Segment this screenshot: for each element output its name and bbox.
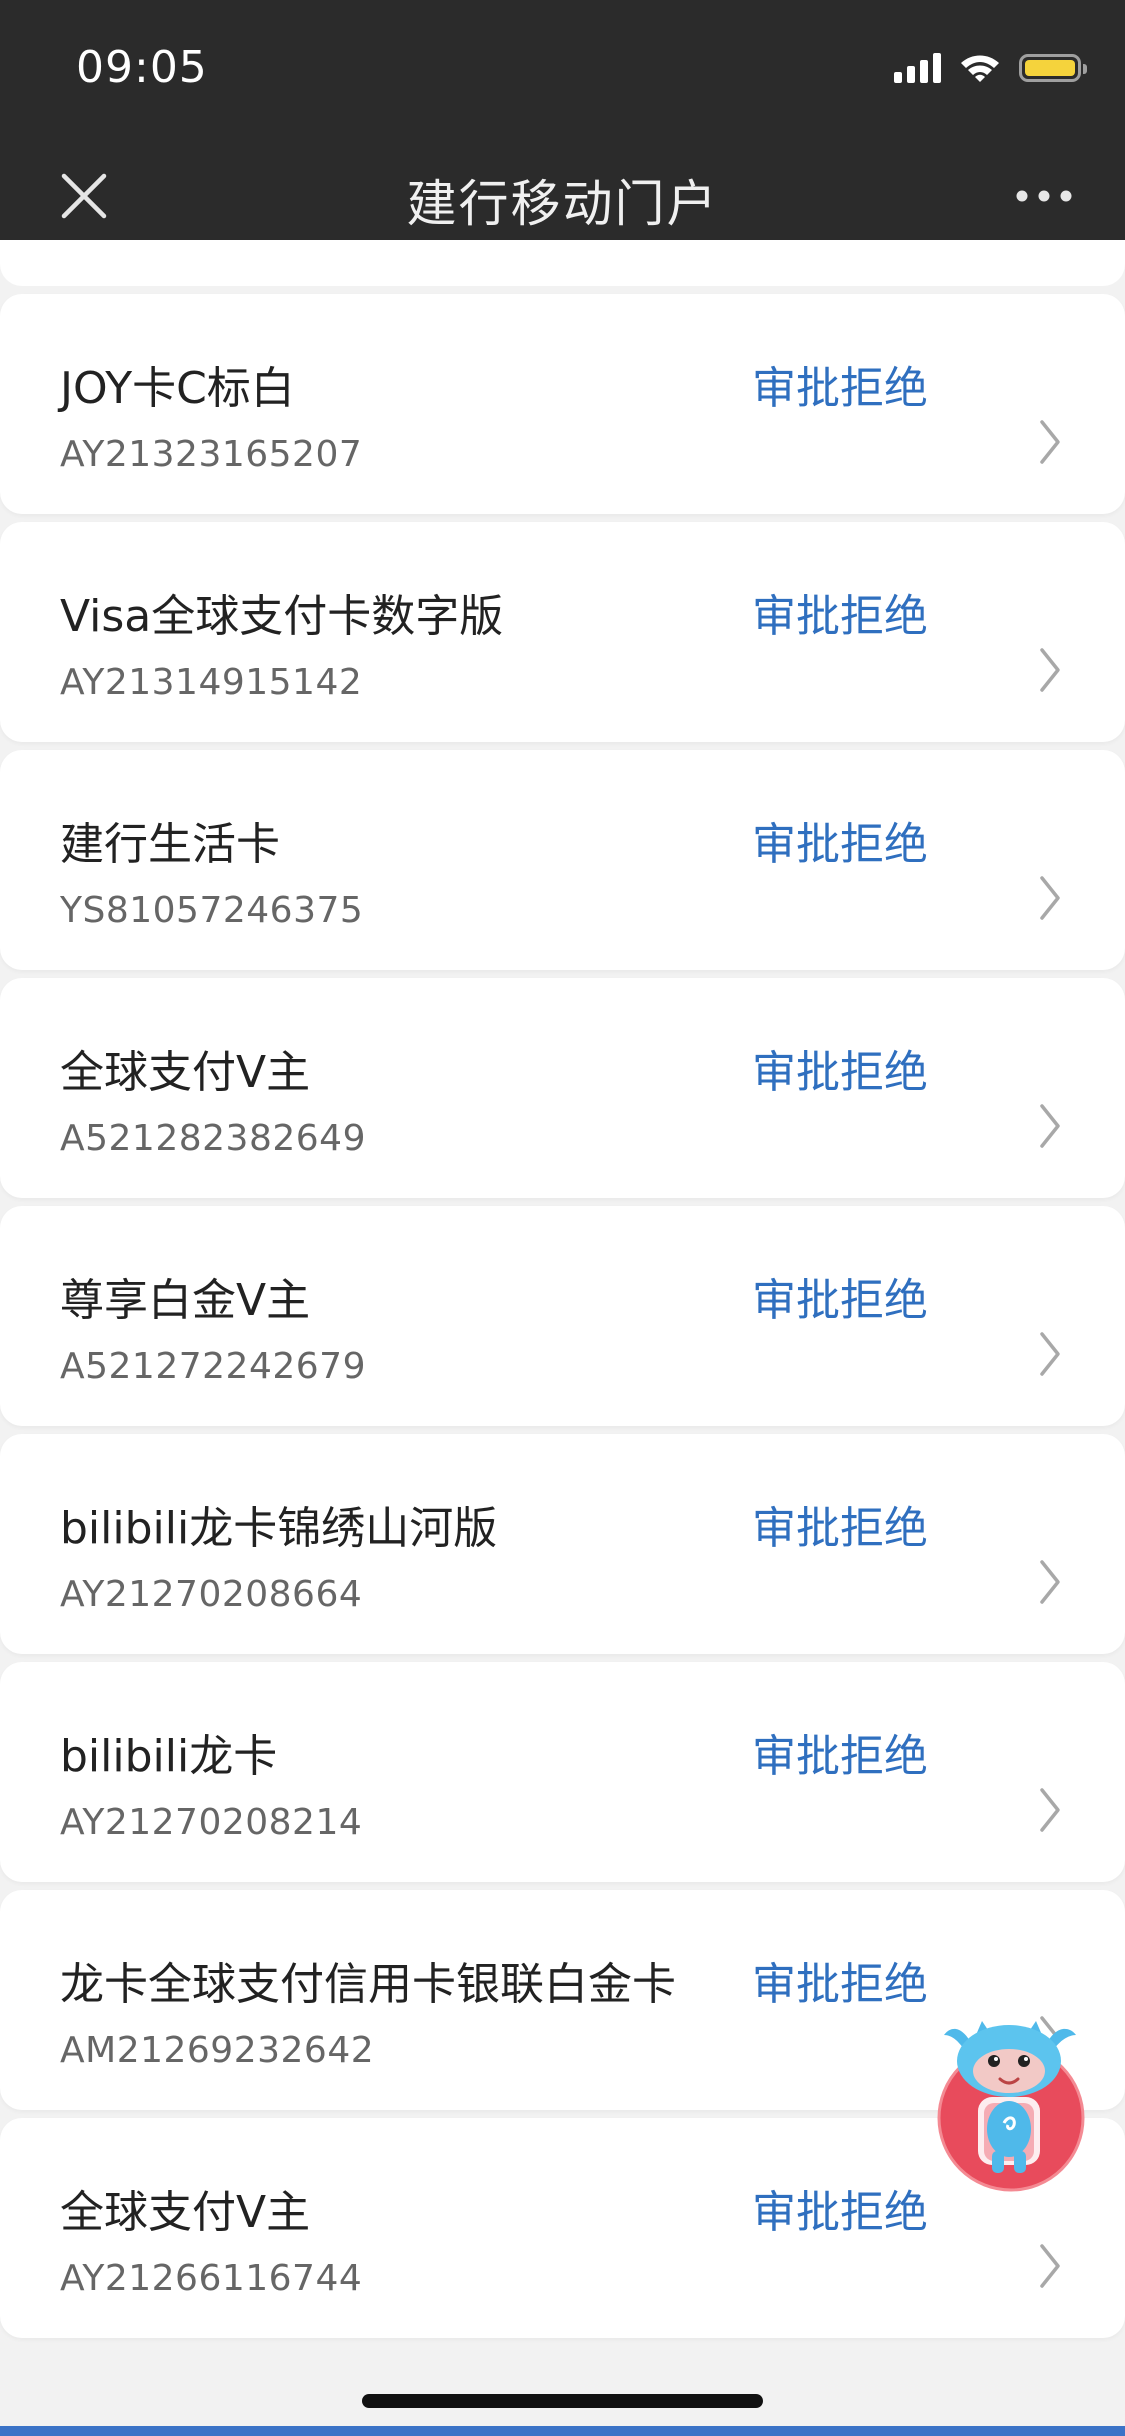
application-list-item[interactable]: bilibili龙卡 AY21270208214 审批拒绝: [0, 1662, 1125, 1882]
application-status: 审批拒绝: [752, 1047, 928, 1098]
card-product-name: JOY卡C标白: [60, 363, 295, 414]
battery-level: [1025, 60, 1075, 76]
chevron-right-icon: [1040, 876, 1060, 920]
application-list-item[interactable]: JOY卡C标白 AY21323165207 审批拒绝: [0, 294, 1125, 514]
list-item-partial: [0, 240, 1125, 286]
application-status: 审批拒绝: [752, 591, 928, 642]
card-product-name: 尊享白金V主: [60, 1275, 311, 1326]
chevron-right-icon: [1040, 1560, 1060, 1604]
application-list-item[interactable]: Visa全球支付卡数字版 AY21314915142 审批拒绝: [0, 522, 1125, 742]
wifi-icon: [961, 55, 999, 82]
card-product-name: 龙卡全球支付信用卡银联白金卡: [60, 1959, 676, 2010]
bottom-accent-bar: [0, 2426, 1125, 2436]
application-status: 审批拒绝: [752, 1731, 928, 1782]
application-number: A521272242679: [60, 1346, 366, 1387]
card-product-name: 全球支付V主: [60, 2187, 311, 2238]
application-status: 审批拒绝: [752, 1959, 928, 2010]
mascot-icon: [937, 2021, 1085, 2192]
application-list-item[interactable]: 全球支付V主 A521282382649 审批拒绝: [0, 978, 1125, 1198]
card-product-name: bilibili龙卡锦绣山河版: [60, 1503, 498, 1554]
application-number: AY21270208214: [60, 1802, 363, 1843]
application-number: AY21323165207: [60, 434, 363, 475]
application-status: 审批拒绝: [752, 2187, 928, 2238]
application-number: AY21266116744: [60, 2258, 363, 2299]
chevron-right-icon: [1040, 1104, 1060, 1148]
application-list-item[interactable]: 尊享白金V主 A521272242679 审批拒绝: [0, 1206, 1125, 1426]
application-status: 审批拒绝: [752, 1503, 928, 1554]
chevron-right-icon: [1040, 420, 1060, 464]
chevron-right-icon: [1040, 1332, 1060, 1376]
application-status: 审批拒绝: [752, 363, 928, 414]
status-icons: [894, 48, 1087, 88]
application-status: 审批拒绝: [752, 819, 928, 870]
battery-icon: [1019, 54, 1087, 82]
application-number: YS81057246375: [60, 890, 364, 931]
card-product-name: Visa全球支付卡数字版: [60, 591, 504, 642]
page-title: 建行移动门户: [406, 175, 719, 233]
application-list-item[interactable]: bilibili龙卡锦绣山河版 AY21270208664 审批拒绝: [0, 1434, 1125, 1654]
top-bar: 09:05 建行移动门户: [0, 0, 1125, 264]
application-number: AY21314915142: [60, 662, 363, 703]
more-icon: [1016, 190, 1072, 202]
chevron-right-icon: [1040, 648, 1060, 692]
application-list-item[interactable]: 建行生活卡 YS81057246375 审批拒绝: [0, 750, 1125, 970]
more-button[interactable]: [999, 166, 1089, 226]
application-number: AY21270208664: [60, 1574, 363, 1615]
application-number: A521282382649: [60, 1118, 366, 1159]
card-product-name: 建行生活卡: [60, 819, 280, 870]
card-product-name: bilibili龙卡: [60, 1731, 278, 1782]
card-product-name: 全球支付V主: [60, 1047, 311, 1098]
chevron-right-icon: [1040, 1788, 1060, 1832]
home-indicator[interactable]: [362, 2394, 763, 2408]
application-number: AM21269232642: [60, 2030, 375, 2071]
application-status: 审批拒绝: [752, 1275, 928, 1326]
chevron-right-icon: [1040, 2244, 1060, 2288]
assistant-mascot-button[interactable]: [930, 2005, 1090, 2195]
status-time: 09:05: [76, 42, 208, 93]
cellular-signal-icon: [894, 53, 941, 83]
